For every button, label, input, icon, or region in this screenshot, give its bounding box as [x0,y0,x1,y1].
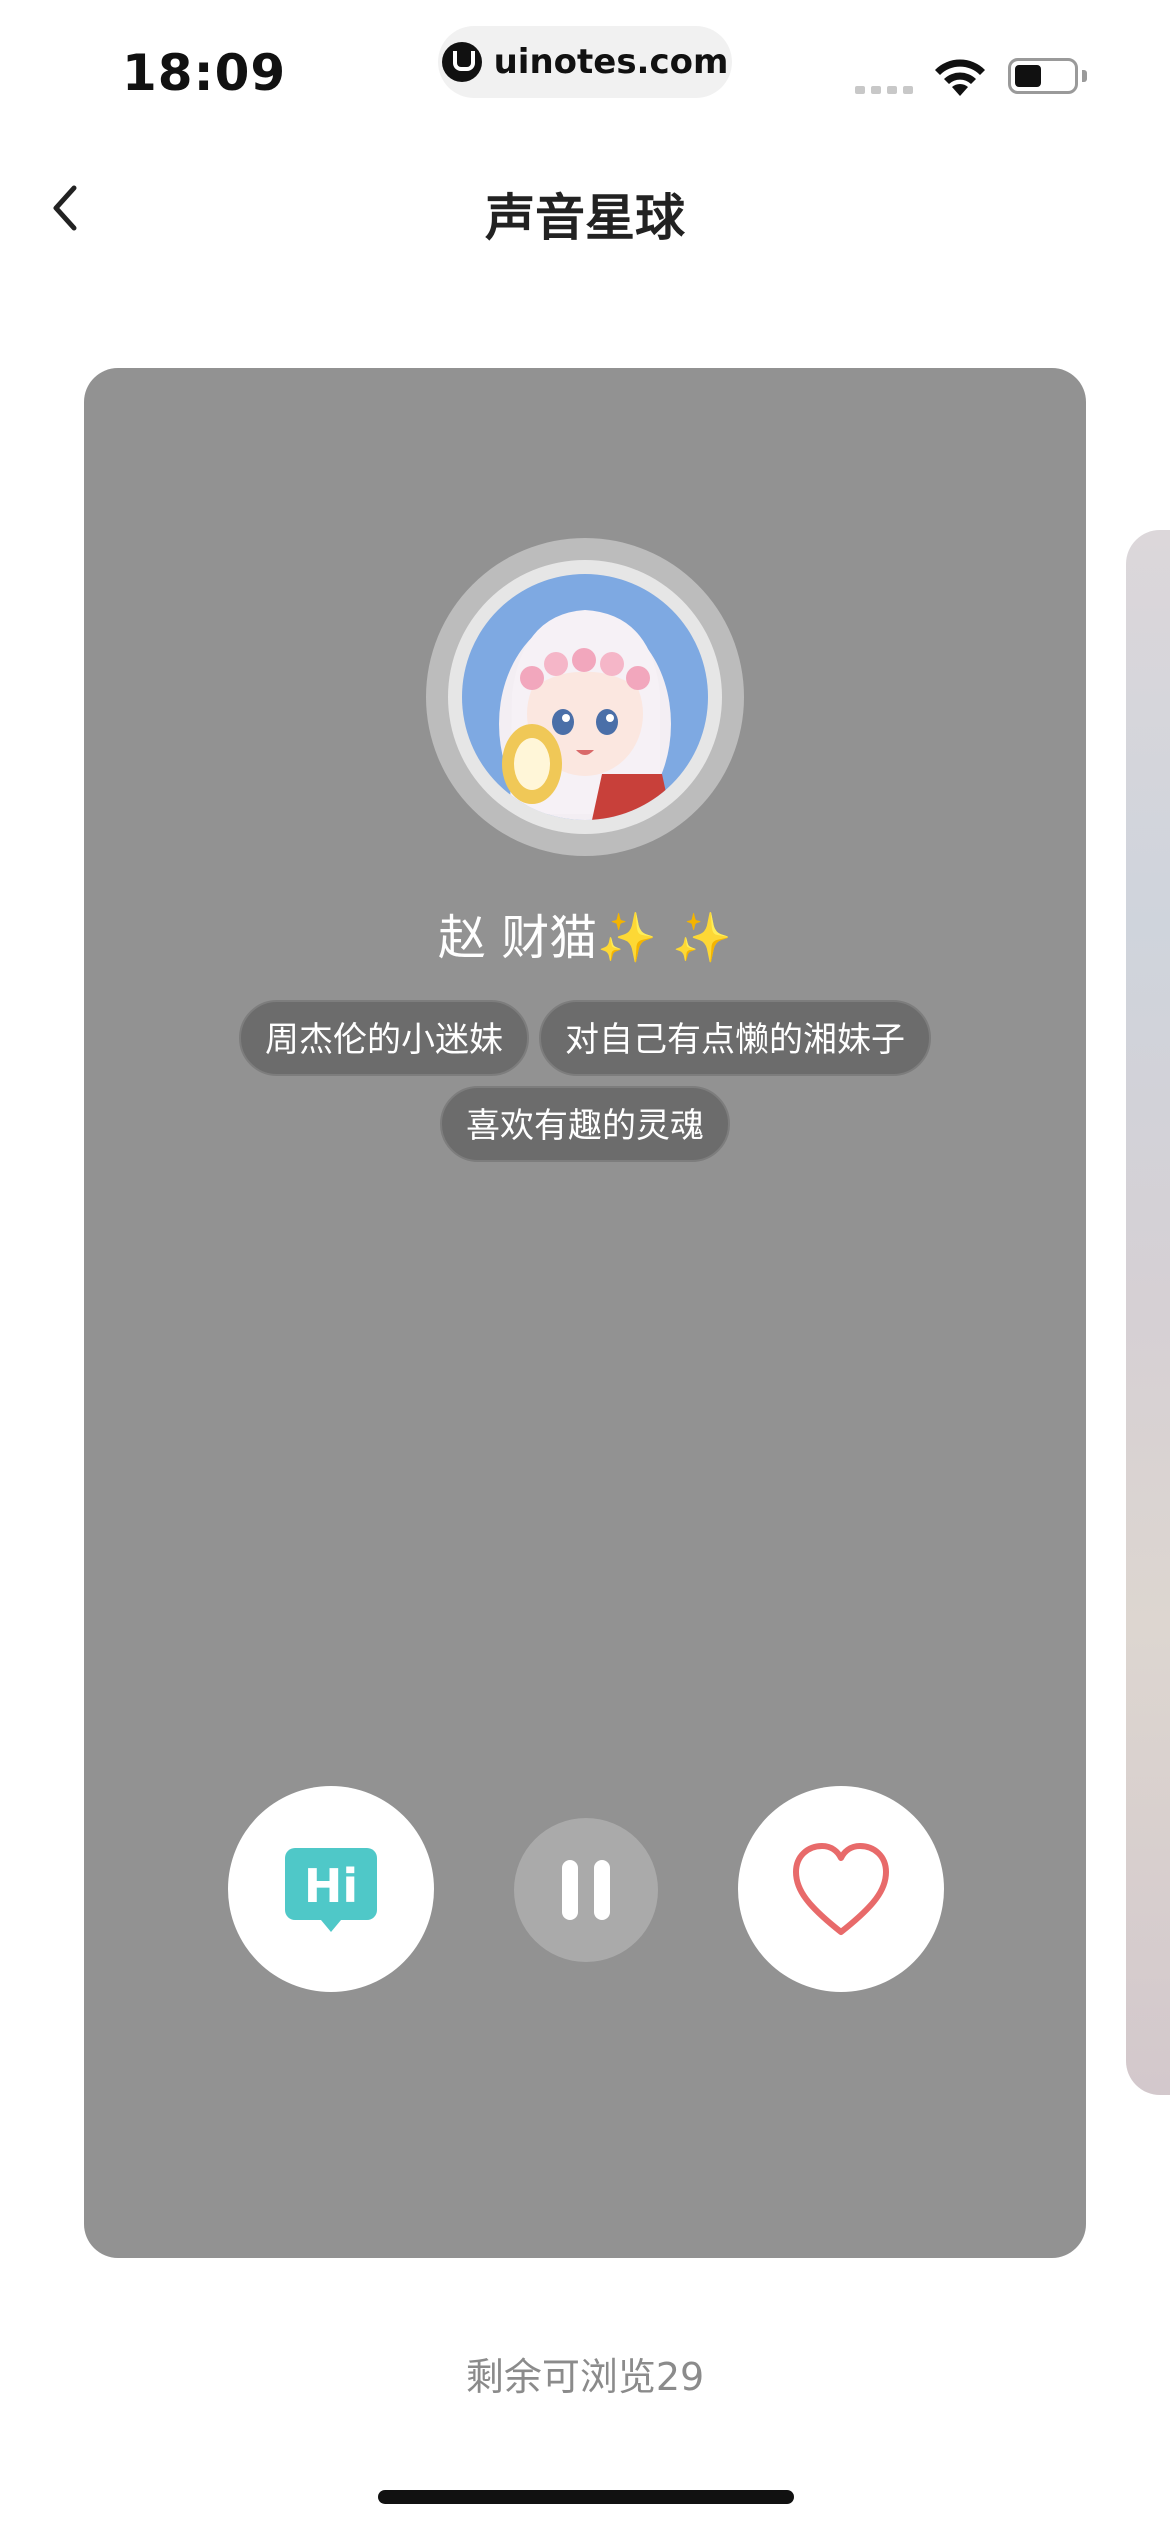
say-hi-button[interactable]: Hi [228,1786,434,1992]
nav-bar: 声音星球 [0,150,1170,270]
tag-item: 对自己有点懒的湘妹子 [539,1000,931,1076]
pause-button[interactable] [514,1818,658,1962]
heart-icon [793,1843,889,1935]
remaining-browse-count: 剩余可浏览29 [465,2355,705,2399]
hi-label: Hi [304,1859,358,1913]
status-bar: 18:09 uinotes.com [0,0,1170,140]
hi-chat-icon: Hi [285,1848,377,1932]
battery-icon [1008,58,1078,94]
avatar[interactable] [426,538,744,856]
url-pill[interactable]: uinotes.com [438,26,732,98]
next-profile-card[interactable] [1126,530,1170,2095]
like-button[interactable] [738,1786,944,1992]
action-bar: Hi [84,1786,1086,1992]
profile-name: 赵 财猫✨ ✨ [437,910,733,966]
site-logo-icon [441,42,482,82]
status-time: 18:09 [122,44,287,102]
tag-item: 喜欢有趣的灵魂 [440,1086,730,1162]
page-title: 声音星球 [485,189,685,247]
avatar-image [462,574,708,820]
signal-icon [855,86,913,94]
tag-item: 周杰伦的小迷妹 [239,1000,529,1076]
home-indicator[interactable] [378,2490,794,2504]
tag-list: 周杰伦的小迷妹 对自己有点懒的湘妹子 喜欢有趣的灵魂 [84,1000,1086,1162]
battery-tip [1082,70,1087,82]
profile-card[interactable]: 赵 财猫✨ ✨ 周杰伦的小迷妹 对自己有点懒的湘妹子 喜欢有趣的灵魂 Hi [84,368,1086,2258]
url-text: uinotes.com [493,42,729,82]
wifi-icon [935,59,985,96]
